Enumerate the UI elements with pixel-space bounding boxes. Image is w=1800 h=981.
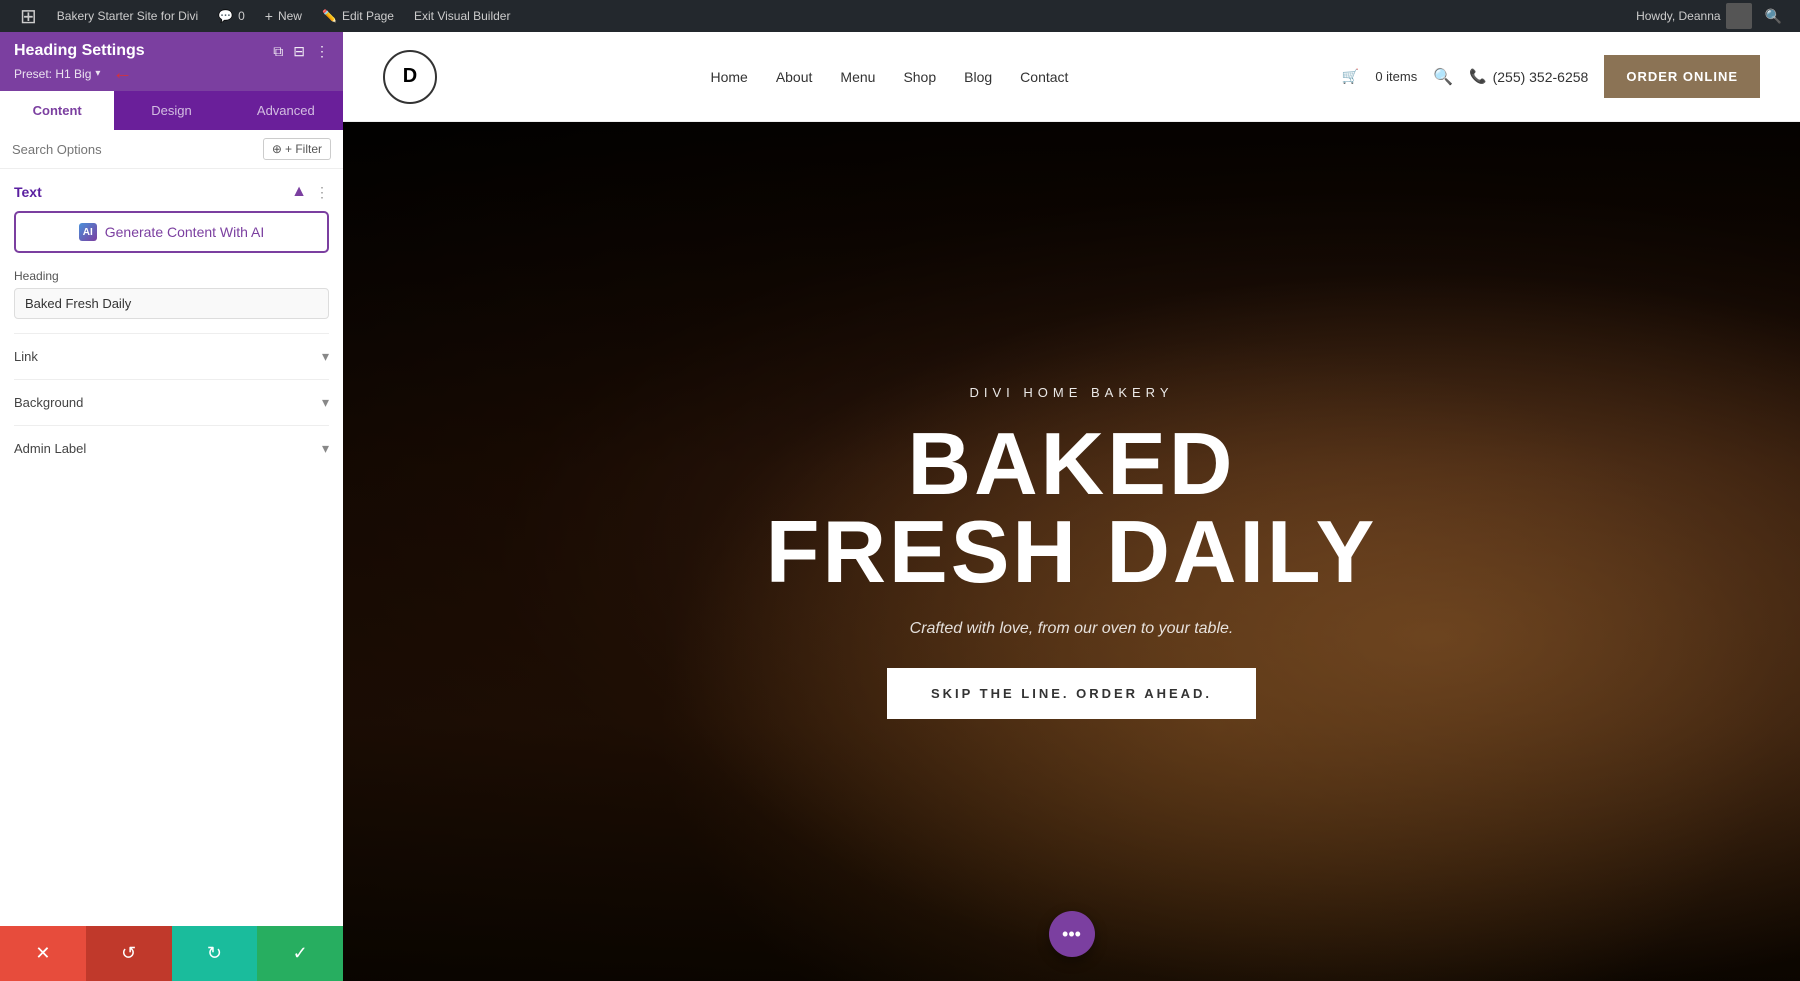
more-icon[interactable]: ⋮ — [315, 43, 329, 60]
edit-page-item[interactable]: ✏️ Edit Page — [312, 0, 404, 32]
panel-search-bar: ⊕ + Filter — [0, 130, 343, 169]
heading-label: Heading — [14, 269, 329, 283]
hero-section: DIVI HOME BAKERY BAKED FRESH DAILY Craft… — [343, 122, 1800, 981]
link-chevron-icon: ▾ — [322, 348, 329, 365]
ai-generate-button[interactable]: AI Generate Content With AI — [14, 211, 329, 253]
order-online-label: ORDER ONLINE — [1626, 69, 1738, 84]
tab-advanced[interactable]: Advanced — [229, 91, 343, 130]
comment-count: 0 — [238, 9, 245, 23]
red-arrow-indicator: ← — [112, 62, 132, 85]
howdy-text: Howdy, Deanna — [1636, 9, 1721, 23]
cart-count: 0 items — [1375, 69, 1417, 84]
cart-icon[interactable]: 🛒 — [1342, 68, 1359, 85]
edit-page-label: Edit Page — [342, 9, 394, 23]
wp-logo-item[interactable]: ⊞ — [10, 0, 47, 32]
new-label: New — [278, 9, 302, 23]
new-item[interactable]: + New — [255, 0, 312, 32]
filter-label: + Filter — [285, 142, 322, 156]
search-input[interactable] — [12, 142, 255, 157]
heading-input[interactable] — [14, 288, 329, 319]
filter-button[interactable]: ⊕ + Filter — [263, 138, 331, 160]
ai-icon: AI — [79, 223, 97, 241]
nav-link-contact[interactable]: Contact — [1020, 69, 1068, 85]
floating-menu-button[interactable]: ••• — [1049, 911, 1095, 957]
panel-content: Text ▲ ⋮ AI Generate Content With AI Hea… — [0, 169, 343, 926]
ai-button-label: Generate Content With AI — [105, 224, 265, 240]
hero-cta-label: SKIP THE LINE. ORDER AHEAD. — [931, 686, 1212, 701]
comment-icon: 💬 — [218, 9, 233, 23]
panel-header: Heading Settings ⧉ ⊟ ⋮ Preset: H1 Big ▾ … — [0, 32, 343, 91]
nav-link-menu[interactable]: Menu — [840, 69, 875, 85]
link-section-title: Link — [14, 349, 38, 364]
background-section-header[interactable]: Background ▾ — [14, 394, 329, 411]
layout-icon[interactable]: ⊟ — [293, 43, 305, 60]
site-nav: D Home About Menu Shop Blog Contact 🛒 0 … — [343, 32, 1800, 122]
confirm-icon: ✓ — [293, 943, 308, 964]
admin-label-section-header[interactable]: Admin Label ▾ — [14, 440, 329, 457]
heading-field-group: Heading — [14, 269, 329, 319]
admin-label-chevron-icon: ▾ — [322, 440, 329, 457]
site-nav-right: 🛒 0 items 🔍 📞 (255) 352-6258 ORDER ONLIN… — [1342, 55, 1760, 98]
hero-cta-button[interactable]: SKIP THE LINE. ORDER AHEAD. — [887, 668, 1256, 719]
exit-builder-item[interactable]: Exit Visual Builder — [404, 0, 521, 32]
comments-item[interactable]: 💬 0 — [208, 0, 255, 32]
confirm-button[interactable]: ✓ — [257, 926, 343, 981]
nav-link-about[interactable]: About — [776, 69, 813, 85]
panel-tabs: Content Design Advanced — [0, 91, 343, 130]
main-layout: Heading Settings ⧉ ⊟ ⋮ Preset: H1 Big ▾ … — [0, 32, 1800, 981]
undo-icon: ↺ — [121, 943, 136, 964]
text-section-more-icon[interactable]: ⋮ — [315, 184, 329, 201]
site-name-item[interactable]: Bakery Starter Site for Divi — [47, 0, 208, 32]
text-section-controls: ▲ ⋮ — [291, 183, 329, 201]
exit-builder-label: Exit Visual Builder — [414, 9, 511, 23]
background-chevron-icon: ▾ — [322, 394, 329, 411]
panel-header-icons: ⧉ ⊟ ⋮ — [273, 43, 329, 60]
background-section-title: Background — [14, 395, 83, 410]
search-icon-nav[interactable]: 🔍 — [1433, 67, 1453, 87]
hero-content: DIVI HOME BAKERY BAKED FRESH DAILY Craft… — [722, 365, 1422, 739]
background-section: Background ▾ — [14, 379, 329, 411]
panel-title: Heading Settings — [14, 42, 145, 60]
link-section-header[interactable]: Link ▾ — [14, 348, 329, 365]
nav-link-home[interactable]: Home — [710, 69, 747, 85]
redo-icon: ↻ — [207, 943, 222, 964]
undo-button[interactable]: ↺ — [86, 926, 172, 981]
redo-button[interactable]: ↻ — [172, 926, 258, 981]
admin-label-section-title: Admin Label — [14, 441, 86, 456]
cancel-icon: ✕ — [35, 943, 50, 964]
hero-subtitle: DIVI HOME BAKERY — [742, 385, 1402, 400]
preset-label: Preset: H1 Big — [14, 67, 91, 81]
admin-search-icon[interactable]: 🔍 — [1757, 8, 1790, 25]
avatar — [1726, 3, 1752, 29]
tab-content[interactable]: Content — [0, 91, 114, 130]
tab-design[interactable]: Design — [114, 91, 228, 130]
right-panel: D Home About Menu Shop Blog Contact 🛒 0 … — [343, 32, 1800, 981]
filter-icon: ⊕ — [272, 142, 282, 156]
site-nav-links: Home About Menu Shop Blog Contact — [467, 69, 1312, 85]
phone-number: (255) 352-6258 — [1493, 69, 1589, 85]
nav-link-shop[interactable]: Shop — [903, 69, 936, 85]
copy-icon[interactable]: ⧉ — [273, 43, 283, 60]
cancel-button[interactable]: ✕ — [0, 926, 86, 981]
panel-preset[interactable]: Preset: H1 Big ▾ ← — [14, 62, 329, 85]
link-section: Link ▾ — [14, 333, 329, 365]
text-section-header: Text ▲ ⋮ — [14, 183, 329, 201]
hero-description: Crafted with love, from our oven to your… — [742, 620, 1402, 638]
text-section-collapse-icon[interactable]: ▲ — [291, 183, 307, 201]
phone-area: 📞 (255) 352-6258 — [1469, 68, 1588, 85]
nav-link-blog[interactable]: Blog — [964, 69, 992, 85]
left-panel: Heading Settings ⧉ ⊟ ⋮ Preset: H1 Big ▾ … — [0, 32, 343, 981]
preset-dropdown-icon: ▾ — [95, 68, 100, 79]
site-name-label: Bakery Starter Site for Divi — [57, 9, 198, 23]
phone-icon: 📞 — [1469, 68, 1486, 85]
wp-admin-bar: ⊞ Bakery Starter Site for Divi 💬 0 + New… — [0, 0, 1800, 32]
order-online-button[interactable]: ORDER ONLINE — [1604, 55, 1760, 98]
admin-label-section: Admin Label ▾ — [14, 425, 329, 457]
panel-footer: ✕ ↺ ↻ ✓ — [0, 926, 343, 981]
floating-menu-icon: ••• — [1062, 924, 1081, 945]
hero-title: BAKED FRESH DAILY — [742, 420, 1402, 596]
site-logo: D — [383, 50, 437, 104]
text-section-title: Text — [14, 184, 42, 200]
